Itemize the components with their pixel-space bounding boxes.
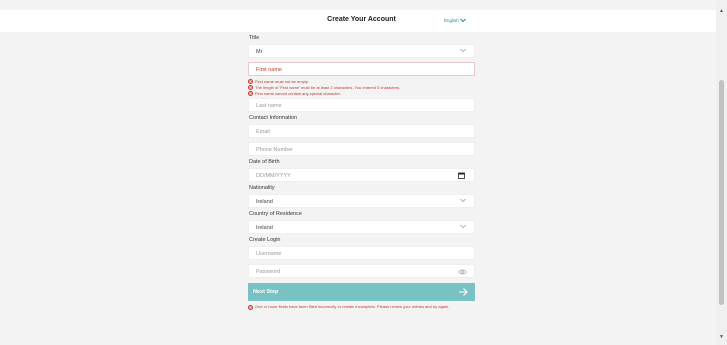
nationality-select[interactable]: Ireland: [248, 194, 475, 208]
error-text: First name must not be empty.: [255, 78, 309, 84]
page-title: Create Your Account: [327, 16, 396, 23]
first-name-input[interactable]: First name: [248, 62, 475, 76]
form-error-text: One or more fields have been filled inco…: [255, 304, 450, 309]
error-icon: [248, 305, 253, 310]
phone-placeholder: Phone Number: [256, 147, 293, 153]
scroll-up-arrow-icon[interactable]: ▲: [718, 8, 725, 15]
language-label: English: [444, 18, 459, 23]
phone-field[interactable]: Phone Number: [248, 142, 475, 156]
dob-label: Date of Birth: [249, 159, 280, 165]
title-select[interactable]: Mr: [248, 44, 475, 58]
chevron-down-icon: [460, 18, 466, 23]
error-text: The length of 'First name' must be at le…: [255, 84, 401, 90]
title-value: Mr: [256, 49, 263, 55]
error-icon: [248, 90, 253, 96]
last-name-input[interactable]: Last name: [248, 98, 475, 112]
error-text: First name cannot contain any special ch…: [255, 90, 341, 96]
scroll-down-arrow-icon[interactable]: ▼: [718, 334, 725, 341]
nationality-value: Ireland: [256, 199, 273, 205]
error-message: First name cannot contain any special ch…: [248, 90, 475, 96]
dob-placeholder: DD/MM/YYYY: [256, 173, 291, 179]
error-icon: [248, 84, 253, 90]
next-step-button[interactable]: Next Step: [248, 283, 475, 301]
residence-label: Country of Residence: [249, 211, 302, 217]
email-placeholder: Email: [256, 129, 270, 135]
nationality-label: Nationality: [249, 185, 275, 191]
chevron-down-icon: [460, 48, 466, 53]
last-name-placeholder: Last name: [256, 103, 282, 109]
first-name-errors: First name must not be empty. The length…: [248, 78, 475, 96]
scrollbar[interactable]: ▲ ▼: [716, 0, 727, 345]
error-icon: [248, 78, 253, 84]
first-name-placeholder: First name: [256, 67, 282, 73]
residence-value: Ireland: [256, 225, 273, 231]
eye-icon[interactable]: [458, 269, 467, 275]
page: Create Your Account English Title Mr Fir…: [0, 0, 716, 345]
arrow-right-icon: [459, 288, 468, 296]
contact-label: Contact Information: [249, 115, 297, 121]
next-step-label: Next Step: [253, 289, 279, 295]
form-error-message: One or more fields have been filled inco…: [248, 304, 475, 310]
username-input[interactable]: Username: [248, 246, 475, 260]
username-placeholder: Username: [256, 251, 282, 257]
dob-field[interactable]: DD/MM/YYYY: [248, 168, 475, 182]
chevron-down-icon: [460, 224, 466, 229]
chevron-down-icon: [460, 198, 466, 203]
calendar-icon[interactable]: [458, 172, 465, 179]
language-selector[interactable]: English: [444, 18, 466, 23]
password-placeholder: Password: [256, 269, 281, 275]
password-input[interactable]: Password: [248, 264, 475, 278]
form-header: Create Your Account English: [0, 10, 716, 32]
scrollbar-thumb[interactable]: [719, 80, 724, 305]
title-label: Title: [249, 35, 260, 41]
login-label: Create Login: [249, 237, 281, 243]
email-field[interactable]: Email: [248, 124, 475, 138]
signup-form: Create Your Account English Title Mr Fir…: [0, 10, 716, 310]
residence-select[interactable]: Ireland: [248, 220, 475, 234]
